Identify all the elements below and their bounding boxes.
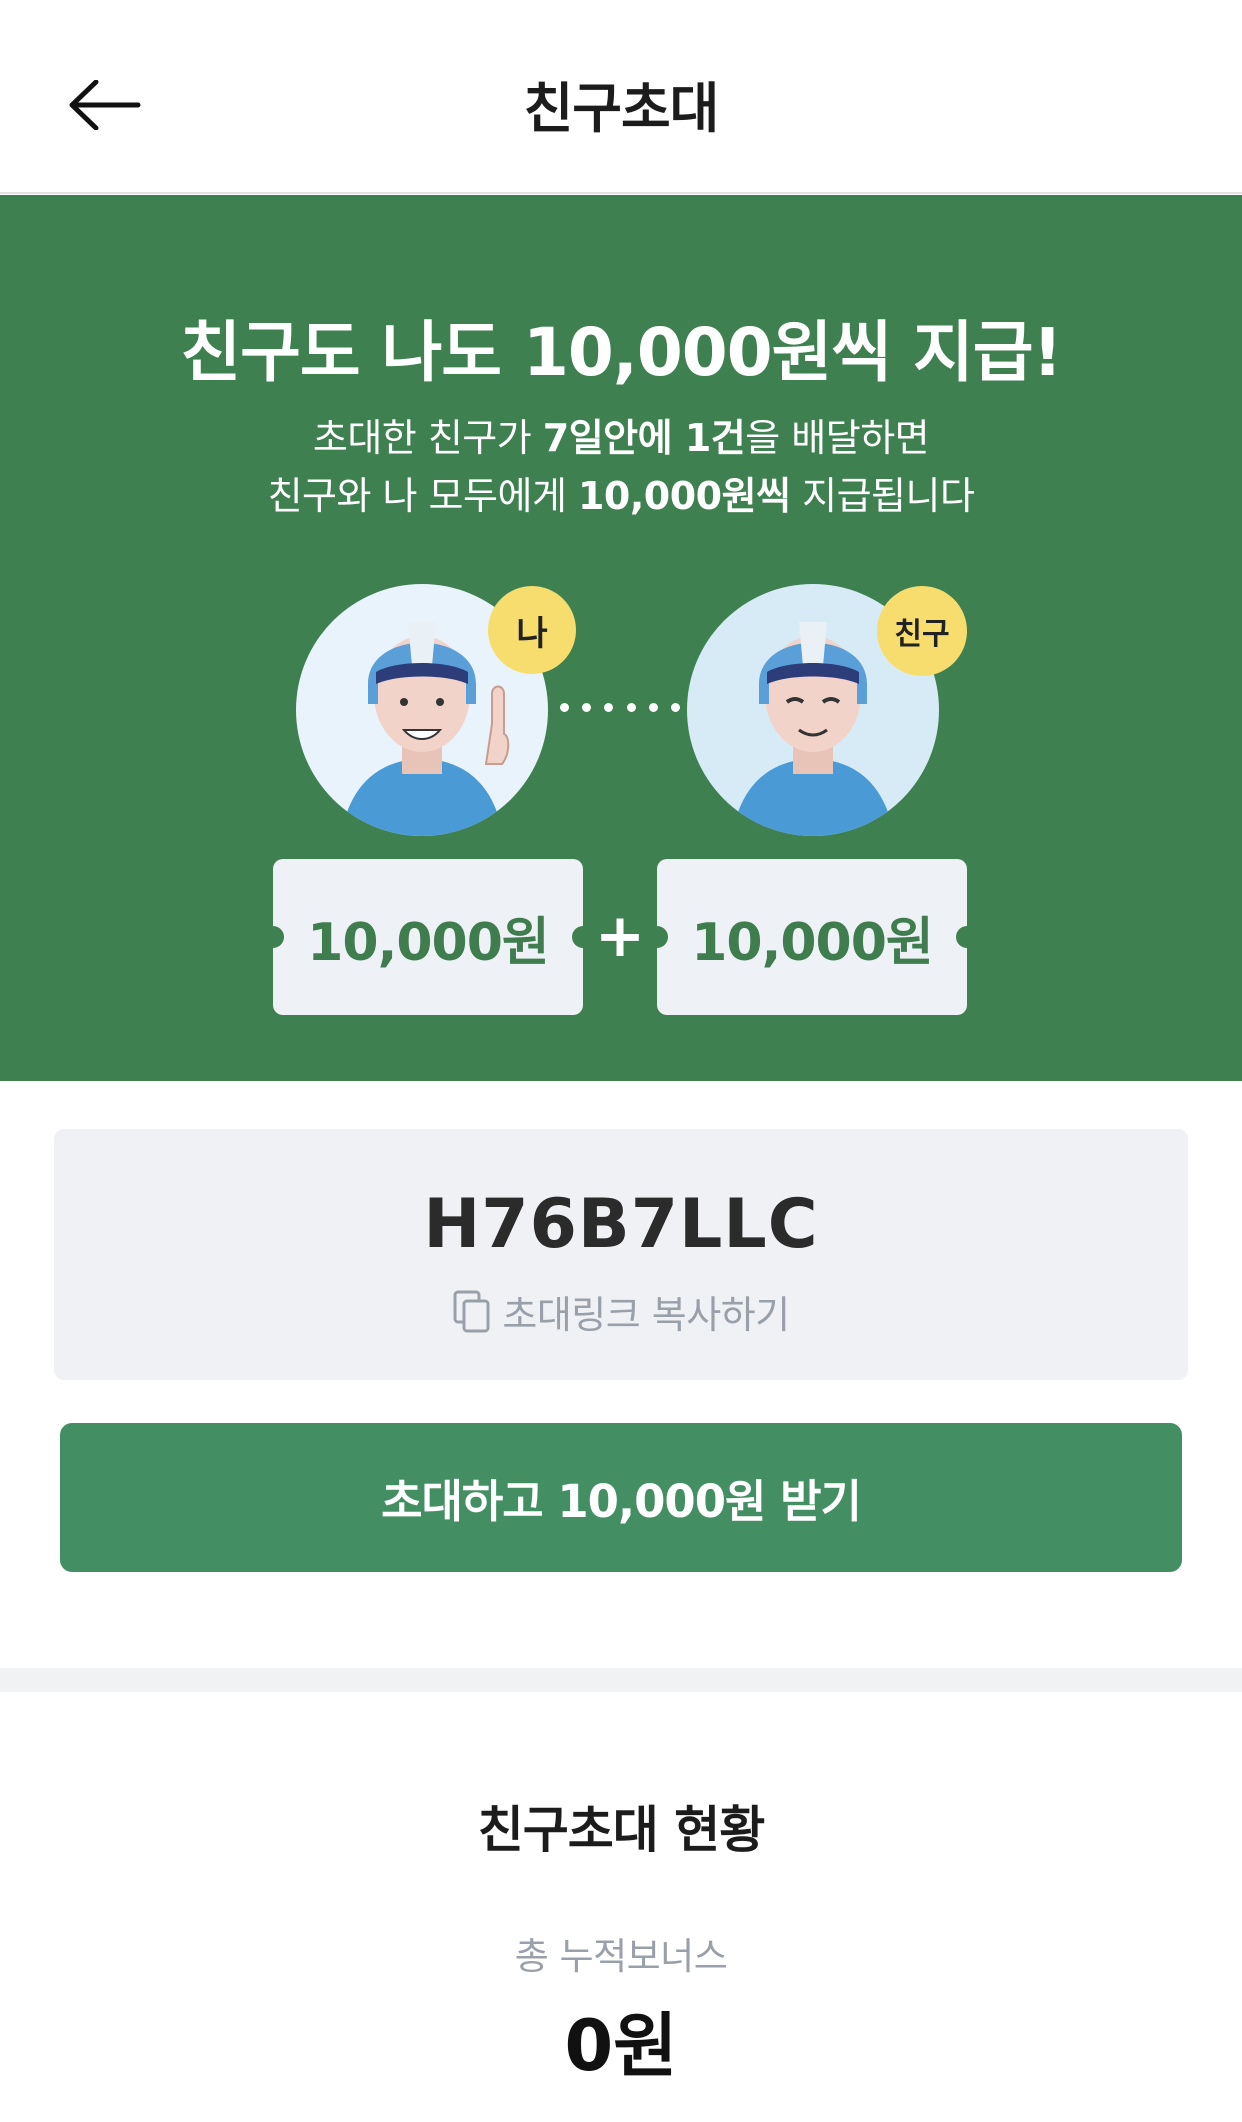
copy-invite-link-button[interactable]: 초대링크 복사하기 <box>54 1284 1188 1339</box>
copy-icon <box>453 1290 490 1332</box>
top-bar: 친구초대 <box>0 0 1242 194</box>
page-title: 친구초대 <box>523 77 720 140</box>
desc2-text-b: 지급됩니다 <box>790 474 975 518</box>
plus-sign: + <box>594 901 646 971</box>
coupon-me: 10,000원 <box>262 859 594 1015</box>
promo-description-line1: 초대한 친구가 7일안에 1건을 배달하면 <box>0 407 1242 462</box>
section-divider <box>0 1668 1242 1692</box>
promo-banner: 친구도 나도 10,000원씩 지급! 초대한 친구가 7일안에 1건을 배달하… <box>0 195 1242 1081</box>
desc1-text-a: 초대한 친구가 <box>312 416 543 460</box>
badge-me: 나 <box>488 586 576 674</box>
coupon-friend-amount: 10,000원 <box>691 912 934 973</box>
desc2-bold: 10,000원씩 <box>577 474 791 518</box>
total-bonus-value: 0원 <box>564 2005 678 2087</box>
invite-status-title: 친구초대 현황 <box>477 1801 765 1859</box>
total-bonus-label: 총 누적보너스 <box>514 1935 728 1978</box>
coupon-friend: 10,000원 <box>646 859 978 1015</box>
promo-title: 친구도 나도 10,000원씩 지급! <box>180 314 1062 391</box>
invite-code-card: H76B7LLC 초대링크 복사하기 <box>54 1129 1188 1380</box>
desc1-text-b: 을 배달하면 <box>745 416 930 460</box>
desc2-text-a: 친구와 나 모두에게 <box>267 474 578 518</box>
connector-dots <box>560 703 680 715</box>
desc1-bold: 7일안에 1건 <box>542 416 746 460</box>
promo-description-line2: 친구와 나 모두에게 10,000원씩 지급됩니다 <box>0 465 1242 520</box>
invite-code: H76B7LLC <box>423 1185 819 1264</box>
invite-cta-button[interactable]: 초대하고 10,000원 받기 <box>60 1423 1182 1572</box>
copy-link-label: 초대링크 복사하기 <box>502 1293 790 1337</box>
badge-friend: 친구 <box>877 586 967 676</box>
coupon-me-amount: 10,000원 <box>307 912 550 973</box>
